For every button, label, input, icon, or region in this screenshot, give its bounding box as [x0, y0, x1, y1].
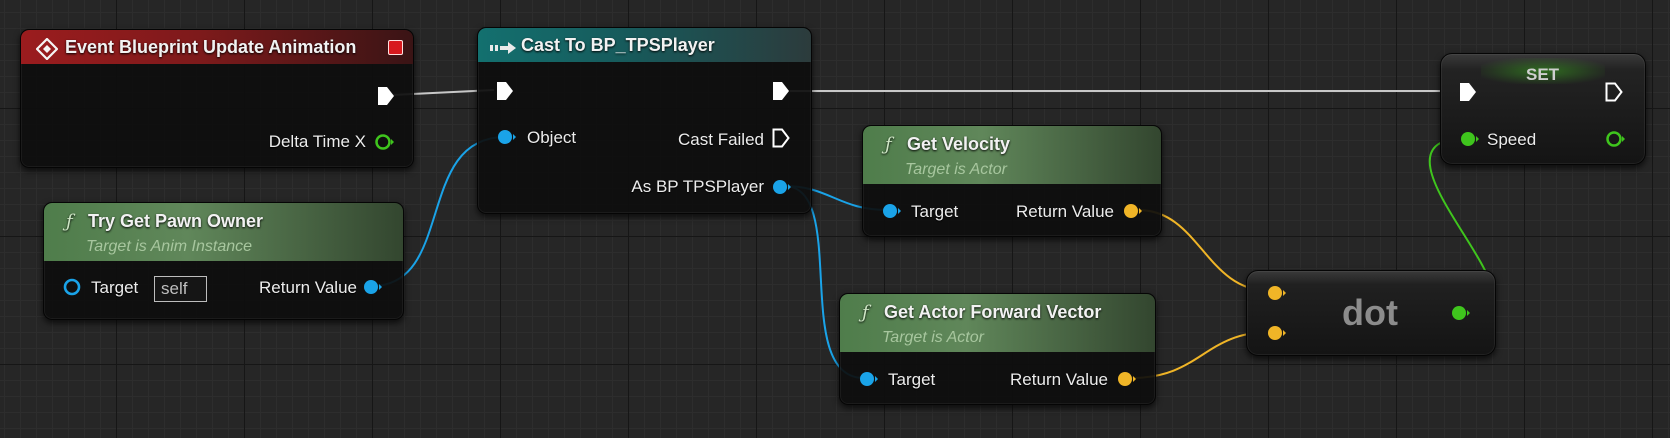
get-velocity-title: Get Velocity [907, 134, 1011, 154]
float-out-pin[interactable] [373, 131, 395, 158]
object-in-pin[interactable] [880, 200, 902, 227]
get-forward-vector-node[interactable]: ƒ Get Actor Forward Vector Target is Act… [839, 293, 1156, 405]
vector-out-pin[interactable] [1115, 368, 1137, 395]
get-forward-vector-header[interactable]: ƒ Get Actor Forward Vector Target is Act… [840, 294, 1155, 352]
get-velocity-node[interactable]: ƒ Get Velocity Target is Actor Target Re… [862, 125, 1162, 237]
object-in-pin-unconnected[interactable] [61, 276, 83, 303]
event-node-title: Event Blueprint Update Animation [65, 37, 357, 57]
cast-node-title: Cast To BP_TPSPlayer [521, 35, 715, 55]
return-value-label: Return Value [259, 278, 357, 297]
exec-in-pin[interactable] [1458, 81, 1478, 108]
vector-in-pin-a[interactable] [1265, 282, 1287, 309]
vector-in-pin-b[interactable] [1265, 322, 1287, 349]
event-diamond-icon [35, 37, 59, 65]
target-label: Target [91, 278, 139, 297]
as-bp-tpsplayer-label: As BP TPSPlayer [631, 177, 764, 196]
object-in-pin[interactable] [857, 368, 879, 395]
set-node-title: SET [1526, 65, 1560, 84]
event-node-header[interactable]: Event Blueprint Update Animation [21, 30, 413, 64]
cast-node[interactable]: Cast To BP_TPSPlayer Object Cast Failed … [477, 27, 812, 214]
event-node[interactable]: Event Blueprint Update Animation Delta T… [20, 29, 414, 168]
return-value-label: Return Value [1016, 202, 1114, 221]
object-out-pin[interactable] [361, 276, 383, 303]
try-get-pawn-owner-title: Try Get Pawn Owner [88, 211, 264, 231]
exec-out-pin[interactable] [771, 80, 791, 107]
function-icon: ƒ [66, 211, 73, 232]
get-forward-vector-subtitle: Target is Actor [882, 329, 984, 346]
target-label: Target [888, 370, 936, 389]
exec-out-pin-unconnected[interactable] [771, 127, 791, 154]
cast-arrow-icon [489, 39, 517, 60]
try-get-pawn-owner-node[interactable]: ƒ Try Get Pawn Owner Target is Anim Inst… [43, 202, 404, 320]
exec-out-pin-unconnected[interactable] [1604, 81, 1624, 108]
dot-node-label: dot [1342, 292, 1398, 333]
object-in-pin[interactable] [495, 126, 517, 153]
return-value-label: Return Value [1010, 370, 1108, 389]
float-out-pin[interactable] [1449, 302, 1471, 329]
exec-in-pin[interactable] [495, 80, 515, 107]
vector-out-pin[interactable] [1121, 200, 1143, 227]
target-self-field[interactable]: self [154, 276, 207, 302]
object-out-pin[interactable] [770, 176, 792, 203]
float-in-pin[interactable] [1458, 128, 1480, 155]
get-velocity-subtitle: Target is Actor [905, 161, 1007, 178]
try-get-pawn-owner-header[interactable]: ƒ Try Get Pawn Owner Target is Anim Inst… [44, 203, 403, 261]
event-breakpoint-icon[interactable] [388, 40, 403, 55]
target-label: Target [911, 202, 959, 221]
dot-product-node[interactable]: dot [1246, 270, 1496, 356]
try-get-pawn-owner-subtitle: Target is Anim Instance [86, 238, 253, 255]
speed-label: Speed [1487, 130, 1537, 149]
get-velocity-header[interactable]: ƒ Get Velocity Target is Actor [863, 126, 1161, 184]
object-label: Object [527, 128, 577, 147]
set-speed-node[interactable]: SET Speed [1440, 53, 1646, 165]
get-forward-vector-title: Get Actor Forward Vector [884, 302, 1102, 322]
float-out-pin[interactable] [1604, 128, 1626, 155]
exec-out-pin[interactable] [376, 85, 396, 112]
function-icon: ƒ [862, 302, 869, 323]
function-icon: ƒ [885, 134, 892, 155]
cast-node-header[interactable]: Cast To BP_TPSPlayer [478, 28, 811, 62]
delta-time-label: Delta Time X [268, 132, 366, 151]
cast-failed-label: Cast Failed [678, 130, 764, 149]
